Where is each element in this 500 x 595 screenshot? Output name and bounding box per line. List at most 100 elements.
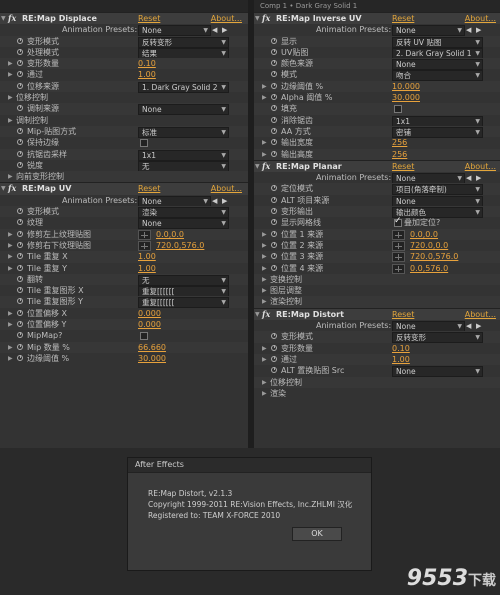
- stopwatch-icon[interactable]: [17, 264, 23, 271]
- expand-triangle-icon[interactable]: ▶: [8, 342, 13, 353]
- expand-triangle-icon[interactable]: ▶: [8, 251, 13, 262]
- ok-button[interactable]: OK: [292, 527, 342, 541]
- about-button[interactable]: About...: [211, 13, 242, 24]
- expand-triangle-icon[interactable]: ▶: [262, 137, 267, 148]
- stopwatch-icon[interactable]: [271, 150, 277, 157]
- reset-button[interactable]: Reset: [392, 13, 414, 24]
- expand-triangle-icon[interactable]: ▶: [8, 229, 13, 240]
- expand-triangle-icon[interactable]: ▶: [8, 240, 13, 251]
- point-value[interactable]: 0.0,0.0: [410, 229, 438, 240]
- stopwatch-icon[interactable]: [271, 264, 277, 271]
- crosshair-icon[interactable]: [138, 240, 151, 251]
- about-button[interactable]: About...: [465, 309, 496, 320]
- stopwatch-icon[interactable]: [271, 94, 277, 101]
- numeric-value[interactable]: 30.000: [138, 353, 166, 364]
- expand-triangle-icon[interactable]: ▶: [262, 388, 267, 399]
- expand-triangle-icon[interactable]: ▶: [262, 92, 267, 103]
- expand-triangle-icon[interactable]: ▶: [262, 343, 267, 354]
- stopwatch-icon[interactable]: [271, 333, 277, 340]
- stopwatch-icon[interactable]: [271, 241, 277, 248]
- stopwatch-icon[interactable]: [271, 253, 277, 260]
- checkbox[interactable]: [140, 332, 148, 341]
- fx-icon[interactable]: fx: [262, 13, 270, 24]
- stopwatch-icon[interactable]: [271, 230, 277, 237]
- expand-triangle-icon[interactable]: ▶: [262, 296, 267, 307]
- stopwatch-icon[interactable]: [271, 116, 277, 123]
- stopwatch-icon[interactable]: [17, 127, 23, 134]
- stopwatch-icon[interactable]: [17, 230, 23, 237]
- stopwatch-icon[interactable]: [17, 343, 23, 350]
- reset-button[interactable]: Reset: [138, 183, 160, 194]
- stopwatch-icon[interactable]: [17, 309, 23, 316]
- crosshair-icon[interactable]: [392, 263, 405, 274]
- numeric-value[interactable]: 10.000: [392, 81, 420, 92]
- stopwatch-icon[interactable]: [271, 355, 277, 362]
- about-button[interactable]: About...: [465, 13, 496, 24]
- stopwatch-icon[interactable]: [17, 139, 23, 146]
- numeric-value[interactable]: 0.000: [138, 308, 161, 319]
- expand-triangle-icon[interactable]: ▶: [262, 149, 267, 160]
- reset-button[interactable]: Reset: [392, 161, 414, 172]
- point-value[interactable]: 0.0,0.0: [156, 229, 184, 240]
- stopwatch-icon[interactable]: [271, 139, 277, 146]
- expand-triangle-icon[interactable]: ▶: [262, 285, 267, 296]
- checkbox[interactable]: [394, 105, 402, 114]
- stopwatch-icon[interactable]: [17, 48, 23, 55]
- crosshair-icon[interactable]: [392, 240, 405, 251]
- stopwatch-icon[interactable]: [271, 105, 277, 112]
- stopwatch-icon[interactable]: [17, 219, 23, 226]
- stopwatch-icon[interactable]: [17, 105, 23, 112]
- stopwatch-icon[interactable]: [17, 60, 23, 67]
- stopwatch-icon[interactable]: [271, 82, 277, 89]
- expand-triangle-icon[interactable]: ▶: [262, 263, 267, 274]
- numeric-value[interactable]: 0.10: [138, 58, 156, 69]
- checkbox[interactable]: [140, 139, 148, 148]
- fx-icon[interactable]: fx: [8, 13, 16, 24]
- numeric-value[interactable]: 1.00: [138, 69, 156, 80]
- numeric-value[interactable]: 256: [392, 149, 407, 160]
- expand-triangle-icon[interactable]: ▶: [8, 58, 13, 69]
- point-value[interactable]: 720.0,576.0: [156, 240, 204, 251]
- expand-triangle-icon[interactable]: ▶: [8, 92, 13, 103]
- stopwatch-icon[interactable]: [17, 71, 23, 78]
- expand-triangle-icon[interactable]: ▼: [255, 13, 260, 24]
- expand-triangle-icon[interactable]: ▶: [262, 274, 267, 285]
- stopwatch-icon[interactable]: [17, 253, 23, 260]
- expand-triangle-icon[interactable]: ▶: [262, 251, 267, 262]
- stopwatch-icon[interactable]: [17, 332, 23, 339]
- stopwatch-icon[interactable]: [17, 298, 23, 305]
- expand-triangle-icon[interactable]: ▶: [262, 377, 267, 388]
- expand-triangle-icon[interactable]: ▶: [262, 81, 267, 92]
- numeric-value[interactable]: 256: [392, 137, 407, 148]
- stopwatch-icon[interactable]: [271, 208, 277, 215]
- reset-button[interactable]: Reset: [392, 309, 414, 320]
- numeric-value[interactable]: 0.10: [392, 343, 410, 354]
- stopwatch-icon[interactable]: [271, 219, 277, 226]
- stopwatch-icon[interactable]: [17, 82, 23, 89]
- stopwatch-icon[interactable]: [17, 241, 23, 248]
- expand-triangle-icon[interactable]: ▼: [1, 183, 6, 194]
- stopwatch-icon[interactable]: [271, 185, 277, 192]
- stopwatch-icon[interactable]: [17, 354, 23, 361]
- fx-icon[interactable]: fx: [262, 309, 270, 320]
- stopwatch-icon[interactable]: [271, 60, 277, 67]
- expand-triangle-icon[interactable]: ▶: [8, 115, 13, 126]
- stopwatch-icon[interactable]: [17, 150, 23, 157]
- expand-triangle-icon[interactable]: ▶: [8, 171, 13, 182]
- fx-icon[interactable]: fx: [262, 161, 270, 172]
- crosshair-icon[interactable]: [392, 229, 405, 240]
- expand-triangle-icon[interactable]: ▼: [1, 13, 6, 24]
- crosshair-icon[interactable]: [392, 252, 405, 263]
- stopwatch-icon[interactable]: [271, 37, 277, 44]
- expand-triangle-icon[interactable]: ▶: [8, 69, 13, 80]
- point-value[interactable]: 720.0,0.0: [410, 240, 448, 251]
- crosshair-icon[interactable]: [138, 229, 151, 240]
- point-value[interactable]: 720.0,576.0: [410, 251, 458, 262]
- numeric-value[interactable]: 1.00: [138, 263, 156, 274]
- expand-triangle-icon[interactable]: ▶: [8, 319, 13, 330]
- stopwatch-icon[interactable]: [17, 208, 23, 215]
- stopwatch-icon[interactable]: [271, 127, 277, 134]
- stopwatch-icon[interactable]: [17, 275, 23, 282]
- numeric-value[interactable]: 66.660: [138, 342, 166, 353]
- expand-triangle-icon[interactable]: ▶: [262, 354, 267, 365]
